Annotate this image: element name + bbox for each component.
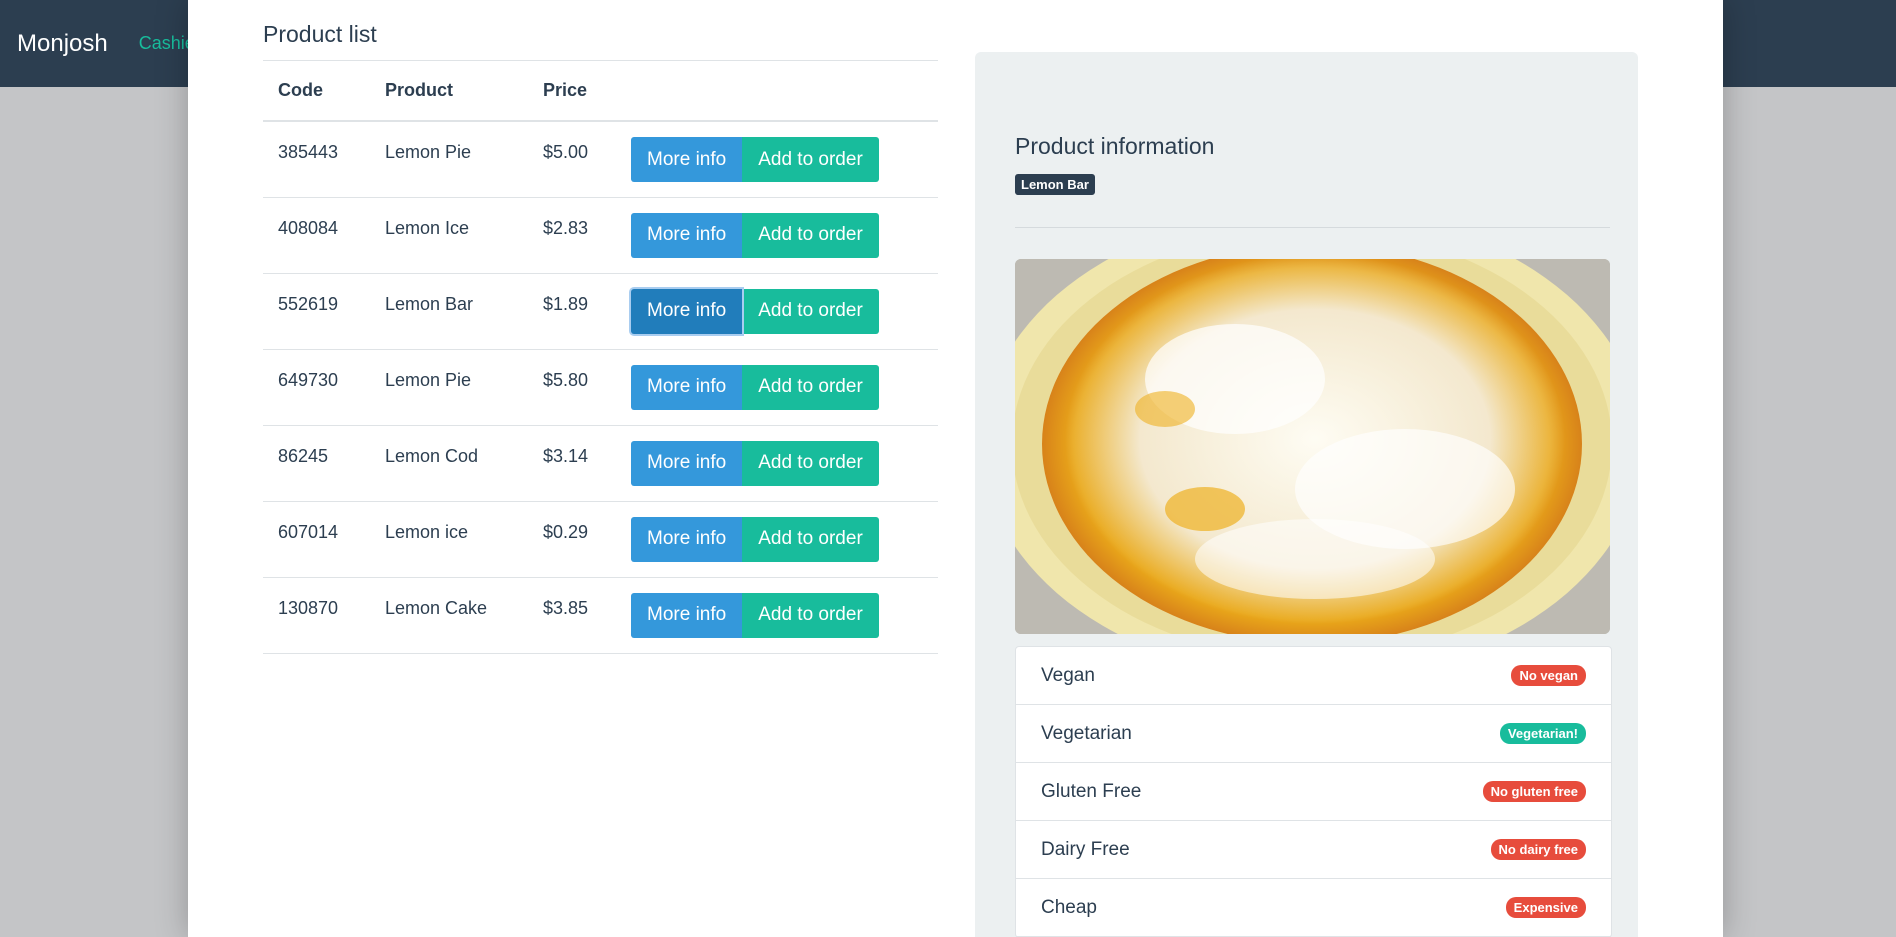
product-price: $5.80 — [528, 349, 616, 426]
product-name: Lemon Ice — [370, 197, 528, 274]
more-info-button[interactable]: More info — [631, 592, 743, 638]
dietary-attributes-list: Vegan No vegan Vegetarian Vegetarian! Gluten… — [1015, 646, 1612, 937]
divider — [1015, 227, 1610, 228]
table-row: 552619 Lemon Bar $1.89 More info Add to orde… — [263, 273, 938, 350]
row-actions: More info Add to order — [616, 273, 938, 350]
product-code: 130870 — [263, 577, 370, 654]
list-item: Vegetarian Vegetarian! — [1016, 705, 1611, 763]
product-code: 552619 — [263, 273, 370, 350]
table-row: 86245 Lemon Cod $3.14 More info Add to order — [263, 425, 938, 502]
table-row: 130870 Lemon Cake $3.85 More info Add to ord… — [263, 577, 938, 654]
product-name: Lemon Cake — [370, 577, 528, 654]
list-item: Dairy Free No dairy free — [1016, 821, 1611, 879]
add-to-order-button[interactable]: Add to order — [742, 288, 879, 334]
status-badge: No gluten free — [1482, 781, 1586, 802]
product-price: $1.89 — [528, 273, 616, 350]
more-info-button[interactable]: More info — [631, 212, 743, 258]
add-to-order-button[interactable]: Add to order — [742, 440, 879, 486]
product-information-title: Product information — [1015, 133, 1215, 159]
product-code: 385443 — [263, 121, 370, 198]
list-item: Vegan No vegan — [1016, 647, 1611, 705]
attribute-label: Dairy Free — [1041, 838, 1130, 860]
row-button-group: More info Add to order — [631, 440, 879, 486]
more-info-button[interactable]: More info — [631, 288, 743, 334]
row-button-group: More info Add to order — [631, 364, 879, 410]
brand-logo[interactable]: Monjosh — [17, 30, 108, 58]
product-price: $0.29 — [528, 501, 616, 578]
attribute-label: Gluten Free — [1041, 780, 1142, 802]
product-name: Lemon Cod — [370, 425, 528, 502]
row-button-group: More info Add to order — [631, 516, 879, 562]
product-table: Code Product Price 385443 Lemon Pie $5.00 M… — [263, 60, 938, 654]
product-list-title: Product list — [263, 21, 377, 47]
selected-product-badge: Lemon Bar — [1015, 174, 1095, 195]
product-name: Lemon Pie — [370, 121, 528, 198]
table-header-row: Code Product Price — [263, 60, 938, 122]
product-price: $2.83 — [528, 197, 616, 274]
product-name: Lemon Bar — [370, 273, 528, 350]
product-name: Lemon Pie — [370, 349, 528, 426]
row-button-group: More info Add to order — [631, 288, 879, 334]
table-row: 408084 Lemon Ice $2.83 More info Add to orde… — [263, 197, 938, 274]
status-badge: Vegetarian! — [1499, 723, 1586, 744]
product-code: 408084 — [263, 197, 370, 274]
row-button-group: More info Add to order — [631, 137, 879, 182]
more-info-button[interactable]: More info — [631, 516, 743, 562]
column-header-code: Code — [263, 60, 370, 122]
column-header-product: Product — [370, 60, 528, 122]
row-button-group: More info Add to order — [631, 212, 879, 258]
status-badge: No dairy free — [1490, 839, 1586, 860]
more-info-button[interactable]: More info — [631, 440, 743, 486]
row-actions: More info Add to order — [616, 501, 938, 578]
list-item: Cheap Expensive — [1016, 879, 1611, 937]
row-actions: More info Add to order — [616, 425, 938, 502]
column-header-actions — [616, 60, 938, 122]
add-to-order-button[interactable]: Add to order — [742, 592, 879, 638]
product-image — [1015, 259, 1610, 634]
product-code: 86245 — [263, 425, 370, 502]
table-row: 607014 Lemon ice $0.29 More info Add to orde… — [263, 501, 938, 578]
attribute-label: Cheap — [1041, 896, 1097, 918]
add-to-order-button[interactable]: Add to order — [742, 137, 879, 182]
more-info-button[interactable]: More info — [631, 137, 743, 182]
product-price: $3.14 — [528, 425, 616, 502]
row-actions: More info Add to order — [616, 197, 938, 274]
add-to-order-button[interactable]: Add to order — [742, 364, 879, 410]
product-code: 607014 — [263, 501, 370, 578]
row-actions: More info Add to order — [616, 349, 938, 426]
add-to-order-button[interactable]: Add to order — [742, 516, 879, 562]
table-row: 649730 Lemon Pie $5.80 More info Add to orde… — [263, 349, 938, 426]
add-to-order-button[interactable]: Add to order — [742, 212, 879, 258]
product-price: $5.00 — [528, 121, 616, 198]
attribute-label: Vegetarian — [1041, 722, 1132, 744]
row-actions: More info Add to order — [616, 121, 938, 198]
row-button-group: More info Add to order — [631, 592, 879, 638]
product-name: Lemon ice — [370, 501, 528, 578]
more-info-button[interactable]: More info — [631, 364, 743, 410]
table-row: 385443 Lemon Pie $5.00 More info Add to orde… — [263, 121, 938, 198]
nav-link-cashier[interactable]: Cashie — [139, 33, 195, 54]
attribute-label: Vegan — [1041, 664, 1095, 686]
column-header-price: Price — [528, 60, 616, 122]
product-information-panel: Product information Lemon Bar Vegan No v… — [975, 52, 1638, 937]
product-modal: Product list Code Product Price 385443 Le… — [188, 0, 1723, 937]
list-item: Gluten Free No gluten free — [1016, 763, 1611, 821]
row-actions: More info Add to order — [616, 577, 938, 654]
status-badge: No vegan — [1511, 665, 1586, 686]
product-price: $3.85 — [528, 577, 616, 654]
status-badge: Expensive — [1505, 897, 1586, 918]
lemon-bar-photo — [1015, 259, 1610, 634]
product-code: 649730 — [263, 349, 370, 426]
